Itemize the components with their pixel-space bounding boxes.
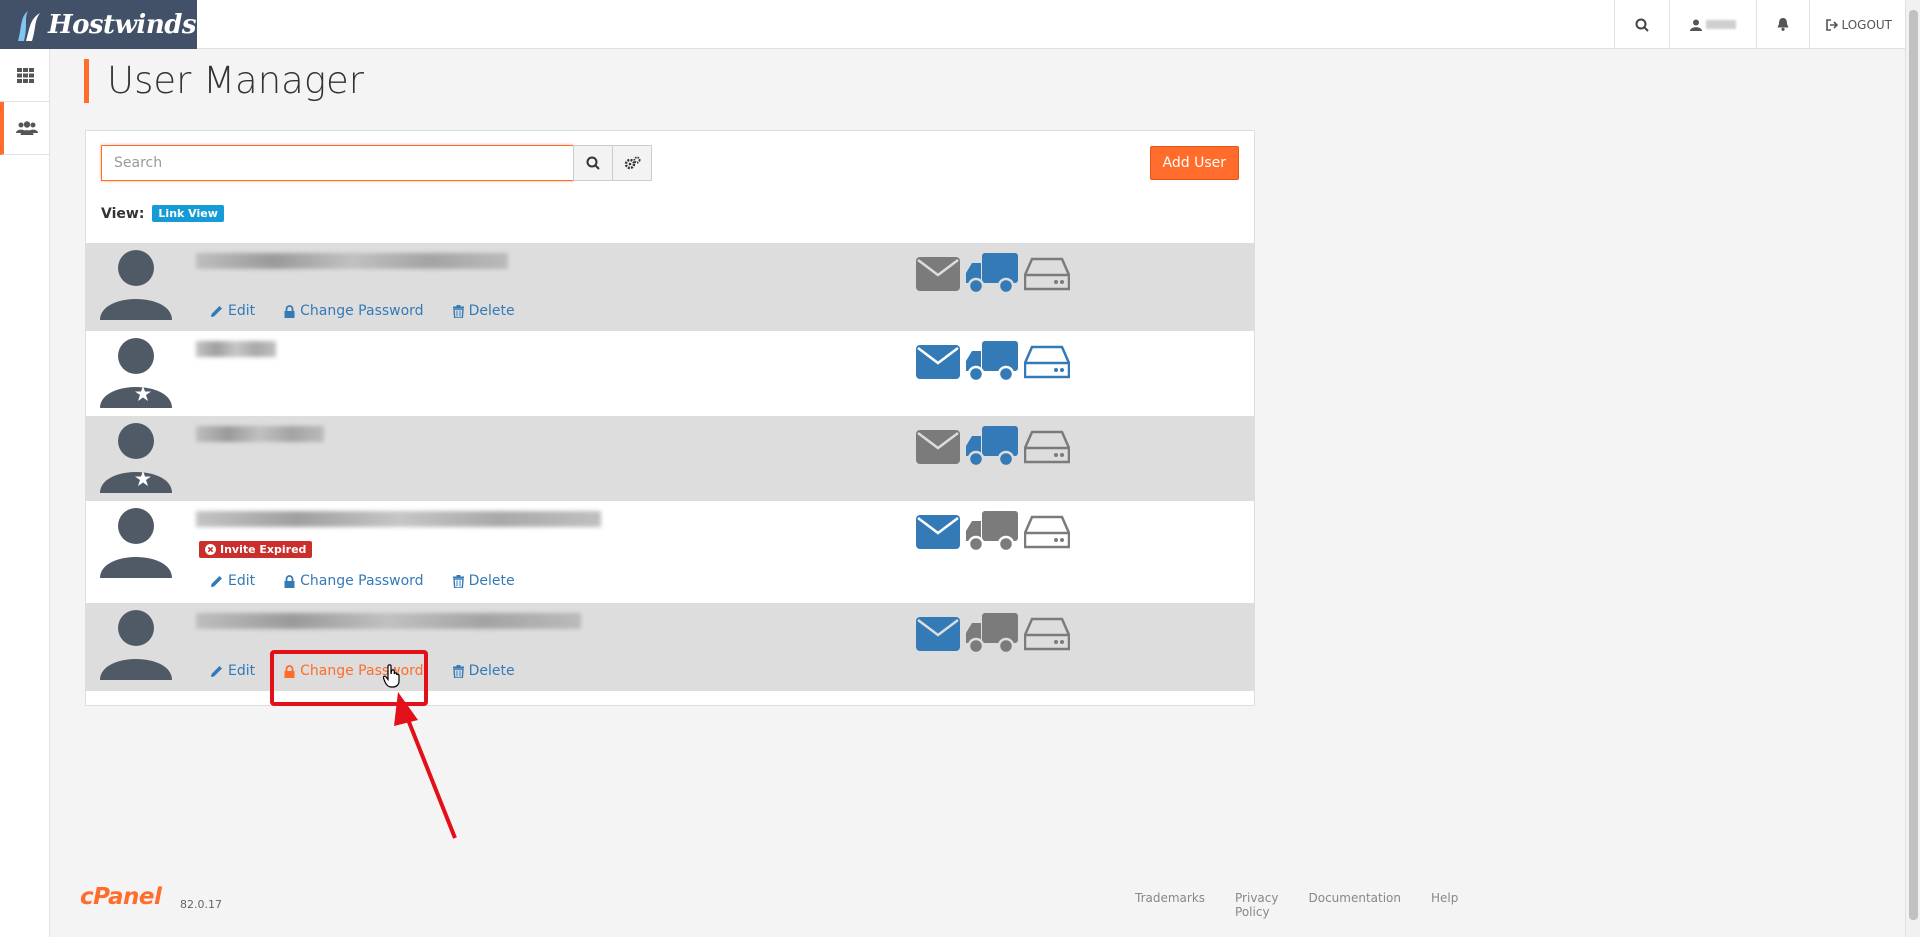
annotation-arrow <box>394 692 457 839</box>
footer-link-privacy-policy[interactable]: Privacy Policy <box>1235 891 1278 919</box>
invite-expired-badge: Invite Expired <box>199 541 313 558</box>
delete-link[interactable]: Delete <box>452 573 515 589</box>
cpanel-logo[interactable]: cPanel <box>80 884 162 910</box>
service-icons <box>916 426 1076 468</box>
pencil-icon <box>211 305 222 317</box>
trash-icon <box>452 664 464 678</box>
search-settings-button[interactable] <box>612 145 652 181</box>
footer: cPanel 82.0.17 Trademarks Privacy Policy… <box>80 884 1480 919</box>
ftp-truck-icon[interactable] <box>966 426 1018 468</box>
logout-button[interactable]: LOGOUT <box>1809 0 1904 49</box>
email-icon[interactable] <box>916 345 960 379</box>
logout-label: LOGOUT <box>1841 17 1892 32</box>
service-icons <box>916 253 1076 295</box>
user-row <box>86 416 1254 501</box>
link-view-badge[interactable]: Link View <box>152 205 224 222</box>
username-redacted <box>196 426 324 442</box>
trash-icon <box>452 304 464 318</box>
email-icon[interactable] <box>916 515 960 549</box>
times-circle-icon <box>205 544 216 555</box>
edit-link[interactable]: Edit <box>210 663 255 679</box>
top-nav: LOGOUT <box>1614 0 1904 49</box>
vertical-scrollbar[interactable] <box>1905 0 1920 937</box>
grid-icon <box>16 67 34 83</box>
user-actions: Edit Change Password Delete <box>210 573 544 589</box>
search-icon <box>586 156 600 170</box>
avatar <box>100 508 172 578</box>
service-icons <box>916 511 1076 553</box>
username-redacted <box>196 341 276 357</box>
footer-link-trademarks[interactable]: Trademarks <box>1135 891 1205 919</box>
ftp-truck-icon[interactable] <box>966 511 1018 553</box>
ftp-truck-icon[interactable] <box>966 253 1018 295</box>
search-icon <box>1635 18 1650 32</box>
notifications-button[interactable] <box>1756 0 1809 49</box>
lock-icon <box>284 304 295 318</box>
user-menu[interactable] <box>1669 0 1756 49</box>
change-password-link[interactable]: Change Password <box>284 573 424 589</box>
username-redacted <box>196 253 508 269</box>
username-redacted <box>1706 20 1737 29</box>
avatar <box>100 250 172 320</box>
scrollbar-thumb[interactable] <box>1909 10 1918 920</box>
footer-link-help[interactable]: Help <box>1431 891 1458 919</box>
user-row: Edit Change Password Delete <box>86 243 1254 331</box>
webdisk-drive-icon[interactable] <box>1024 345 1070 379</box>
username-redacted <box>196 613 581 629</box>
lock-icon <box>284 574 295 588</box>
sidebar-item-tools[interactable] <box>0 49 50 102</box>
ftp-truck-icon[interactable] <box>966 341 1018 383</box>
delete-link[interactable]: Delete <box>452 303 515 319</box>
bell-icon <box>1777 18 1789 31</box>
webdisk-drive-icon[interactable] <box>1024 430 1070 464</box>
webdisk-drive-icon[interactable] <box>1024 617 1070 651</box>
gears-icon <box>624 156 640 170</box>
email-icon[interactable] <box>916 617 960 651</box>
avatar-star <box>100 338 172 408</box>
left-sidebar <box>0 49 50 937</box>
users-icon <box>16 121 38 135</box>
webdisk-drive-icon[interactable] <box>1024 257 1070 291</box>
avatar <box>100 610 172 680</box>
email-icon[interactable] <box>916 257 960 291</box>
delete-link[interactable]: Delete <box>452 663 515 679</box>
service-icons <box>916 613 1076 655</box>
service-icons <box>916 341 1076 383</box>
user-actions: Edit Change Password Delete <box>210 303 544 319</box>
view-label: View: <box>101 205 145 222</box>
footer-link-documentation[interactable]: Documentation <box>1308 891 1401 919</box>
edit-link[interactable]: Edit <box>210 573 255 589</box>
search-button[interactable] <box>573 145 613 181</box>
pencil-icon <box>211 575 222 587</box>
add-user-button[interactable]: Add User <box>1149 146 1239 180</box>
webdisk-drive-icon[interactable] <box>1024 515 1070 549</box>
brand-name: Hostwinds <box>48 9 197 40</box>
user-list-panel: Add User View: Link View Edit Change Pas… <box>85 130 1255 706</box>
avatar-star <box>100 423 172 493</box>
hostwinds-wave-icon <box>18 10 40 41</box>
hostwinds-logo[interactable]: Hostwinds <box>0 0 197 49</box>
footer-links: Trademarks Privacy Policy Documentation … <box>1135 891 1488 919</box>
user-row <box>86 331 1254 416</box>
top-bar: Hostwinds LOGOUT <box>0 0 1920 49</box>
search-nav-button[interactable] <box>1614 0 1669 49</box>
sidebar-item-user-manager[interactable] <box>0 102 50 155</box>
pencil-icon <box>211 665 222 677</box>
user-row: Invite Expired Edit Change Password Dele… <box>86 501 1254 603</box>
user-icon <box>1690 19 1703 31</box>
search-bar <box>101 145 652 181</box>
search-input[interactable] <box>101 145 574 181</box>
hand-cursor-icon <box>383 664 400 688</box>
change-password-link[interactable]: Change Password <box>284 303 424 319</box>
logout-icon <box>1826 18 1839 31</box>
edit-link[interactable]: Edit <box>210 303 255 319</box>
user-row: Edit Change Password Delete <box>86 603 1254 691</box>
ftp-truck-icon[interactable] <box>966 613 1018 655</box>
version-label: 82.0.17 <box>180 898 222 911</box>
email-icon[interactable] <box>916 430 960 464</box>
view-selector: View: Link View <box>101 205 224 222</box>
trash-icon <box>452 574 464 588</box>
username-redacted <box>196 511 601 527</box>
page-title: User Manager <box>84 59 364 103</box>
